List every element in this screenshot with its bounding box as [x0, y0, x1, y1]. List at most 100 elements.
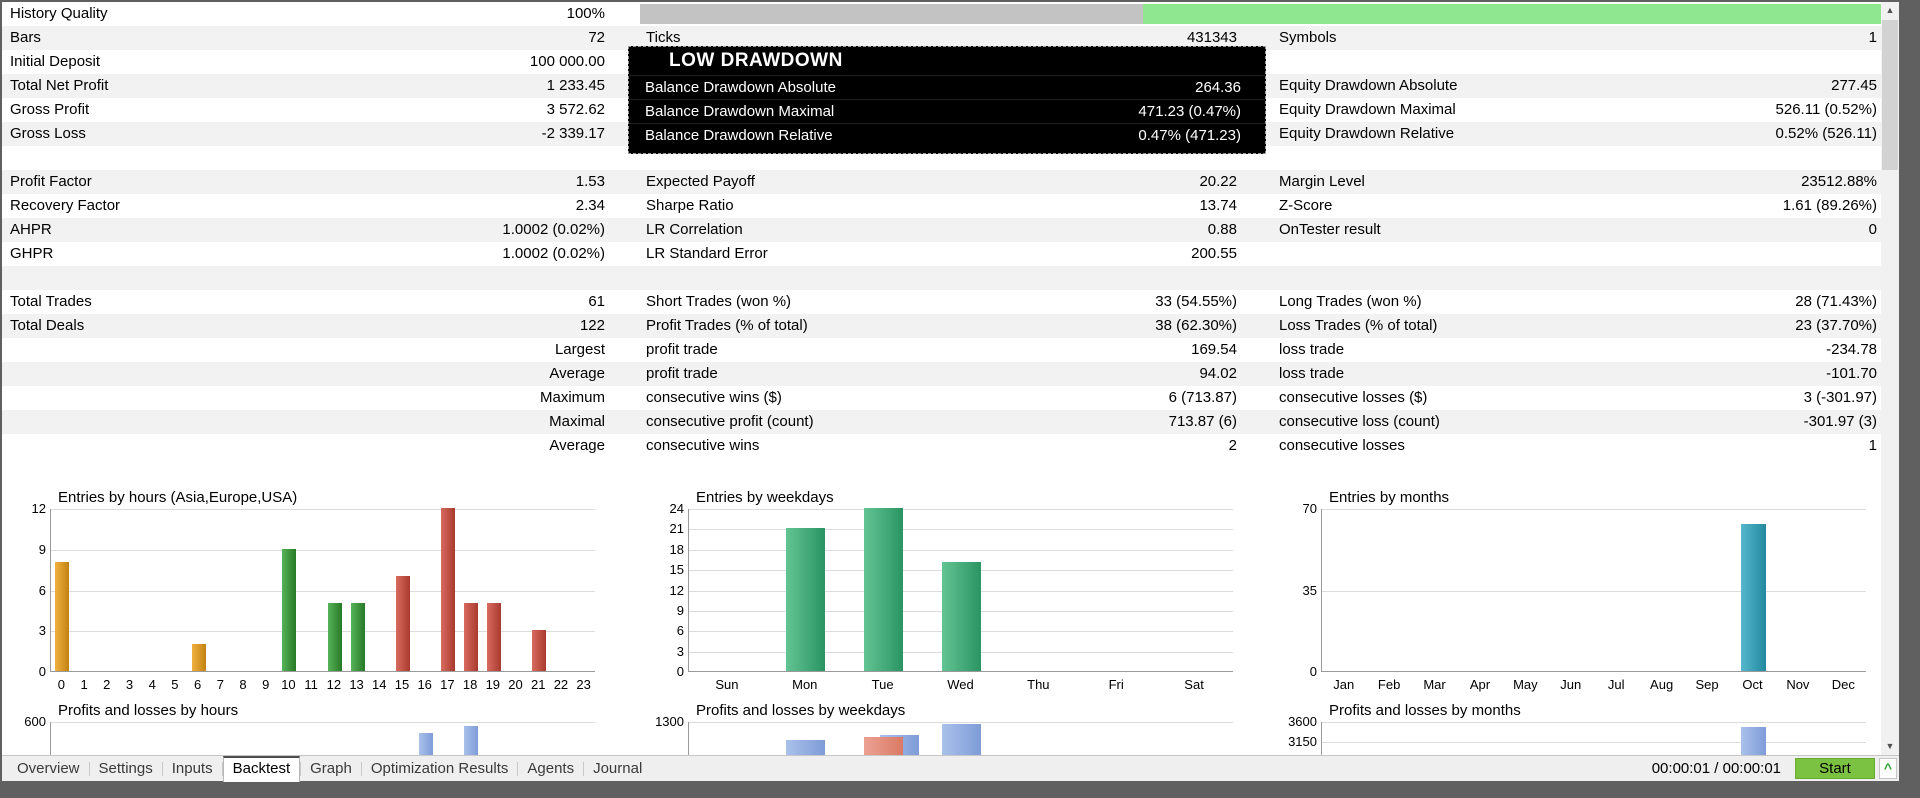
- stat-cell: Sharpe Ratio 13.74: [640, 194, 1273, 218]
- x-axis-tick-label: Apr: [1469, 677, 1491, 692]
- stat-value: 100 000.00: [529, 53, 605, 70]
- stat-cell: Average: [2, 434, 640, 458]
- x-axis-tick-label: Dec: [1831, 677, 1855, 692]
- start-button[interactable]: Start: [1795, 758, 1875, 779]
- chart-bar: [350, 603, 365, 671]
- x-axis-tick-label: Jul: [1607, 677, 1625, 692]
- stat-value: 23512.88%: [1801, 173, 1877, 190]
- stat-cell: Long Trades (won %) 28 (71.43%): [1273, 290, 1881, 314]
- expand-panel-icon[interactable]: ^: [1879, 758, 1897, 779]
- stat-cell: AHPR 1.0002 (0.02%): [2, 218, 640, 242]
- stat-cell: Expected Payoff 20.22: [640, 170, 1273, 194]
- x-axis-tick-label: Oct: [1742, 677, 1763, 692]
- stat-value: 100%: [566, 5, 605, 22]
- chart-title: Profits and losses by hours: [58, 702, 239, 719]
- stat-cell: Recovery Factor 2.34: [2, 194, 640, 218]
- stat-value: 61: [588, 293, 605, 310]
- chart-bar: [486, 603, 501, 671]
- x-axis-tick-label: Jun: [1560, 677, 1582, 692]
- stat-value: 2: [1228, 437, 1237, 454]
- stat-value: 13.74: [1199, 197, 1237, 214]
- stat-label: Equity Drawdown Relative: [1279, 125, 1455, 142]
- x-axis-tick-label: Sun: [715, 677, 739, 692]
- stat-cell: OnTester result 0: [1273, 218, 1881, 242]
- stat-label: consecutive profit (count): [646, 413, 814, 430]
- tab-list: Overview Settings Inputs Backtest Graph Optim…: [8, 755, 651, 782]
- stat-label: consecutive losses: [1279, 437, 1405, 454]
- stat-cell: consecutive losses 1: [1273, 434, 1881, 458]
- stat-cell: Total Trades 61: [2, 290, 640, 314]
- stat-label: Total Net Profit: [10, 77, 109, 94]
- stat-cell: Equity Drawdown Absolute 277.45: [1273, 74, 1881, 98]
- overlay-row: Balance Drawdown Relative 0.47% (471.23): [629, 123, 1265, 147]
- stat-label: Total Deals: [10, 317, 85, 334]
- chart-gridline: [1322, 509, 1866, 510]
- stat-cell: GHPR 1.0002 (0.02%): [2, 242, 640, 266]
- stat-label: OnTester result: [1279, 221, 1381, 238]
- scrollbar-thumb[interactable]: [1882, 20, 1898, 170]
- stats-row: Total Deals 122 Profit Trades (% of total)…: [2, 314, 1881, 338]
- chart-entries-by-months: Entries by months 0 35 70 Jan Feb Mar Apr May Jun…: [1273, 487, 1881, 692]
- overlay-row-label: Balance Drawdown Absolute: [645, 79, 836, 96]
- stat-cell: Loss Trades (% of total) 23 (37.70%): [1273, 314, 1881, 338]
- stat-label: LR Correlation: [646, 221, 743, 238]
- stat-cell: [2, 146, 640, 170]
- scroll-up-icon[interactable]: ▲: [1881, 2, 1899, 19]
- stat-cell: loss trade -101.70: [1273, 362, 1881, 386]
- stat-label: Gross Profit: [10, 101, 90, 118]
- tab-overview[interactable]: Overview: [8, 756, 89, 782]
- stat-value: 0.52% (526.11): [1775, 125, 1877, 142]
- tab-optimization-results[interactable]: Optimization Results: [362, 756, 518, 782]
- overlay-title: LOW DRAWDOWN: [669, 50, 843, 71]
- tab-agents[interactable]: Agents: [518, 756, 583, 782]
- stats-row: GHPR 1.0002 (0.02%) LR Standard Error 200.5…: [2, 242, 1881, 266]
- chart-title: Entries by weekdays: [696, 489, 834, 506]
- stats-row: Profit Factor 1.53 Expected Payoff 20.22 Mar…: [2, 170, 1881, 194]
- stat-value: 6 (713.87): [1168, 389, 1237, 406]
- stat-label: profit trade: [646, 365, 718, 382]
- vertical-scrollbar[interactable]: ▲ ▼: [1881, 2, 1899, 755]
- stat-cell: LR Standard Error 200.55: [640, 242, 1273, 266]
- overlay-row-value: 471.23 (0.47%): [1138, 103, 1241, 120]
- stat-label: consecutive loss (count): [1279, 413, 1440, 430]
- chart-bar: [464, 603, 479, 671]
- stat-cell: Short Trades (won %) 33 (54.55%): [640, 290, 1273, 314]
- stat-value: 1: [1868, 437, 1877, 454]
- stat-value: -2 339.17: [541, 125, 605, 142]
- stat-value: 713.87 (6): [1168, 413, 1237, 430]
- stat-label: Z-Score: [1279, 197, 1333, 214]
- tab-backtest[interactable]: Backtest: [222, 755, 301, 782]
- tab-inputs[interactable]: Inputs: [163, 756, 222, 782]
- stat-value: 28 (71.43%): [1795, 293, 1877, 310]
- stat-label: profit trade: [646, 341, 718, 358]
- y-axis-tick-label: 3: [38, 623, 46, 639]
- stats-row: Recovery Factor 2.34 Sharpe Ratio 13.74 Z-Sc…: [2, 194, 1881, 218]
- stat-cell: loss trade -234.78: [1273, 338, 1881, 362]
- overlay-row-value: 264.36: [1195, 79, 1241, 96]
- stat-value: Average: [549, 437, 605, 454]
- overlay-row-label: Balance Drawdown Maximal: [645, 103, 835, 120]
- x-axis-tick-label: Sep: [1695, 677, 1719, 692]
- stat-label: LR Standard Error: [646, 245, 768, 262]
- tab-settings[interactable]: Settings: [90, 756, 162, 782]
- x-axis-tick-label: Wed: [947, 677, 974, 692]
- tab-graph[interactable]: Graph: [301, 756, 361, 782]
- stat-label: Long Trades (won %): [1279, 293, 1422, 310]
- chart-plot: [688, 722, 1233, 755]
- stat-label: Sharpe Ratio: [646, 197, 734, 214]
- chart-bar: [1740, 524, 1766, 671]
- stat-value: 33 (54.55%): [1155, 293, 1237, 310]
- stat-cell: Symbols 1: [1273, 26, 1881, 50]
- tab-journal[interactable]: Journal: [584, 756, 651, 782]
- stats-row: History Quality 100%: [2, 2, 1881, 26]
- scroll-down-icon[interactable]: ▼: [1881, 738, 1899, 755]
- chart-bar: [1740, 727, 1766, 755]
- stat-cell: Initial Deposit 100 000.00: [2, 50, 640, 74]
- stat-label: Equity Drawdown Maximal: [1279, 101, 1456, 118]
- y-axis-tick-label: 12: [669, 582, 684, 598]
- chart-bar: [327, 603, 342, 671]
- stat-label: Margin Level: [1279, 173, 1365, 190]
- x-axis-tick-label: Feb: [1377, 677, 1401, 692]
- y-axis-tick-label: 9: [676, 602, 684, 618]
- stat-label: AHPR: [10, 221, 52, 238]
